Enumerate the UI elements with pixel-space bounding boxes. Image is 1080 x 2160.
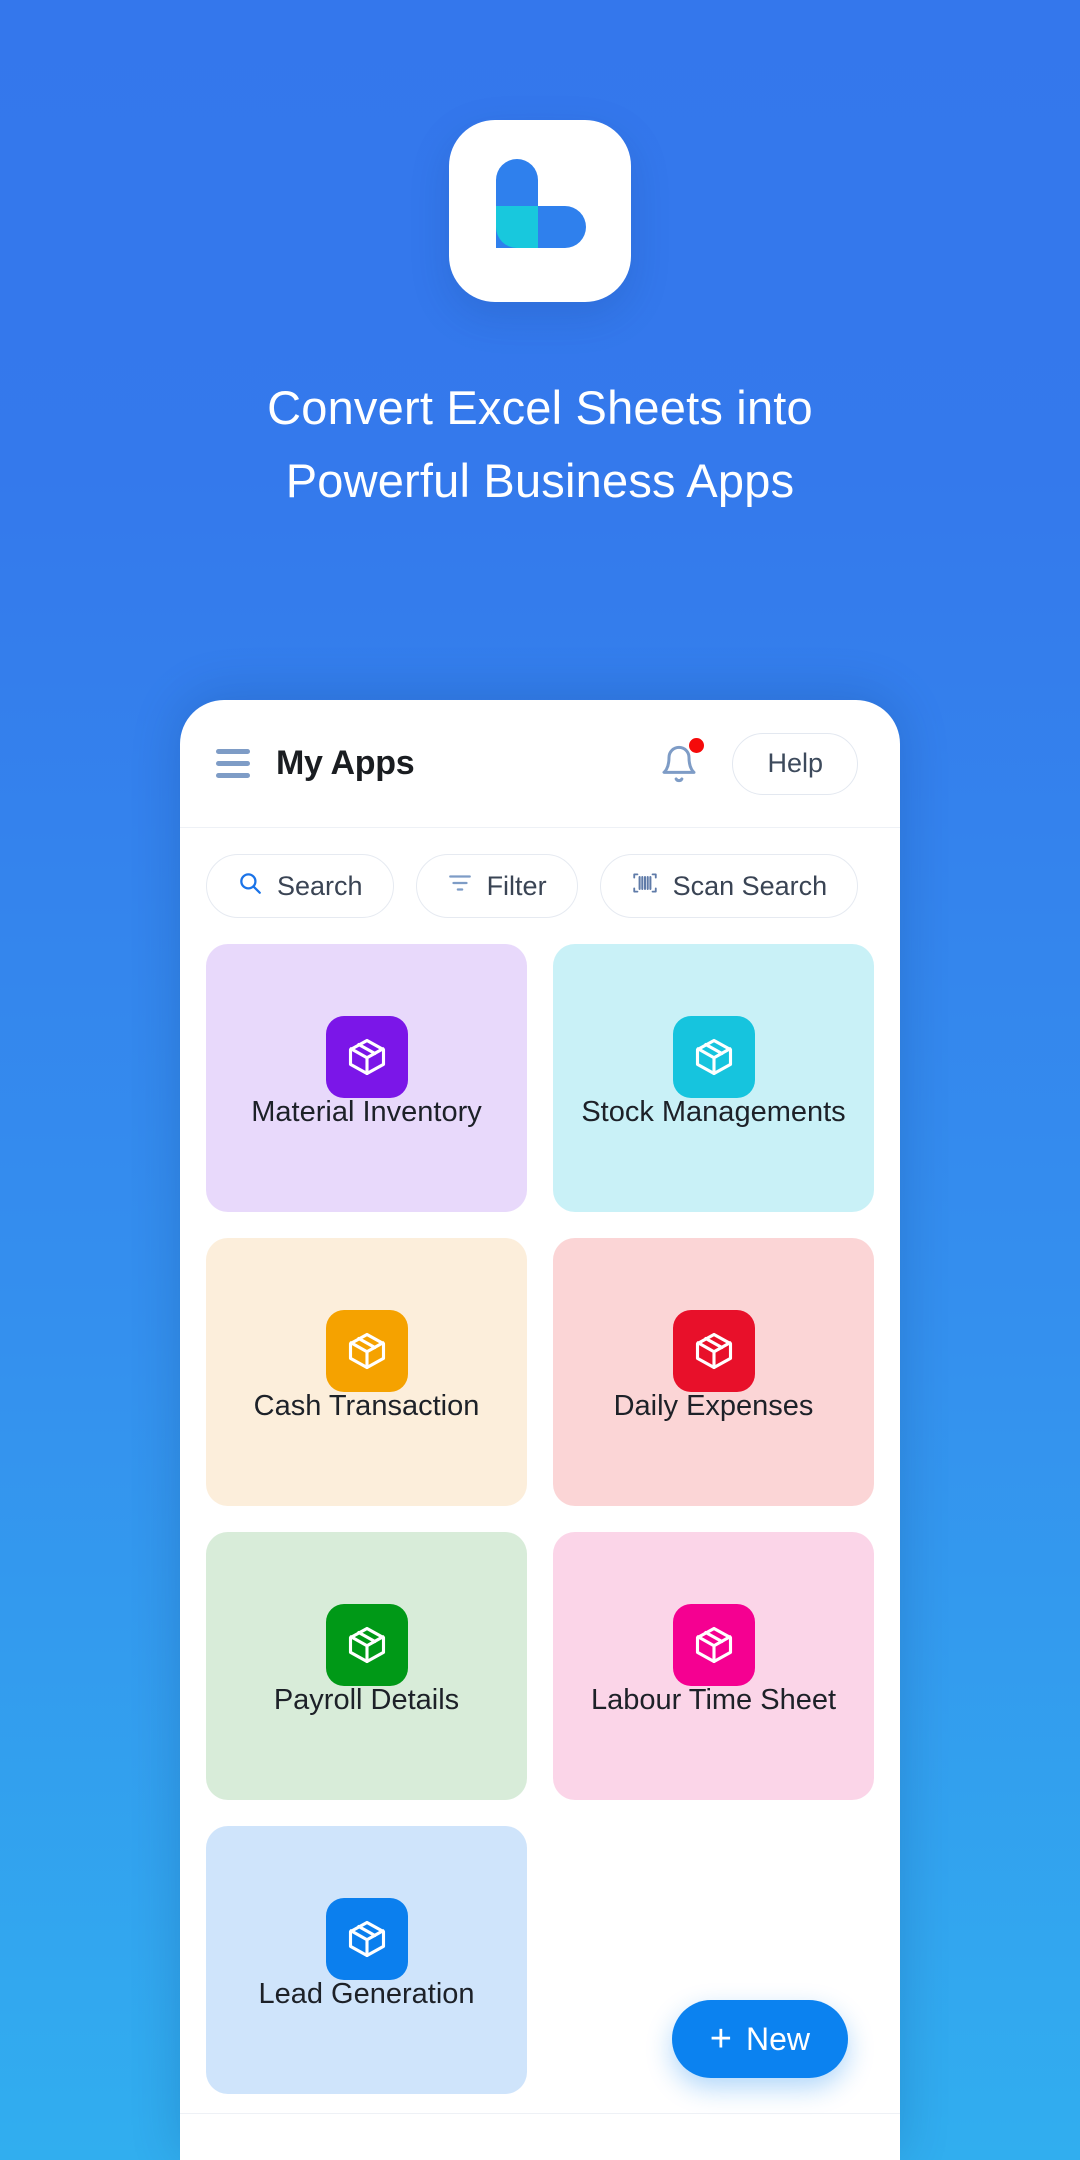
search-chip[interactable]: Search (206, 854, 394, 918)
app-card-label: Payroll Details (273, 1684, 460, 1716)
new-app-fab-button[interactable]: + New (671, 2000, 848, 2078)
scan-search-chip[interactable]: Scan Search (599, 854, 859, 918)
help-button[interactable]: Help (732, 732, 858, 795)
app-card-stock-managements[interactable]: Stock Managements (553, 944, 874, 1212)
bottom-divider (180, 2113, 900, 2114)
hero-section: Convert Excel Sheets into Powerful Busin… (0, 0, 1080, 700)
filter-icon (447, 870, 473, 903)
new-app-fab-label: New (745, 2020, 810, 2057)
hero-headline-line1: Convert Excel Sheets into (267, 381, 813, 434)
app-card-material-inventory[interactable]: Material Inventory (206, 944, 527, 1212)
hero-headline: Convert Excel Sheets into Powerful Busin… (90, 372, 990, 518)
search-chip-label: Search (277, 870, 363, 901)
logo-cyan-accent (496, 206, 538, 248)
scan-search-chip-label: Scan Search (672, 870, 828, 901)
app-card-label: Material Inventory (251, 1096, 482, 1128)
filter-chip[interactable]: Filter (415, 854, 578, 918)
app-card-label: Lead Generation (258, 1978, 475, 2010)
app-logo-tile (449, 120, 631, 302)
app-card-label: Stock Managements (581, 1096, 846, 1128)
barcode-scan-icon (631, 870, 659, 903)
app-icon-badge (325, 1604, 408, 1686)
app-card-labour-time-sheet[interactable]: Labour Time Sheet (553, 1532, 874, 1800)
app-grid: Material Inventory Stock Managements Cas… (180, 944, 900, 2094)
page-title: My Apps (276, 744, 415, 782)
app-icon-badge (672, 1310, 755, 1392)
app-icon-badge (325, 1310, 408, 1392)
app-card-label: Daily Expenses (613, 1390, 814, 1422)
app-icon-badge (672, 1016, 755, 1098)
notification-badge-dot (689, 737, 705, 753)
app-icon-badge (325, 1898, 408, 1980)
search-icon (237, 870, 263, 903)
app-card-label: Cash Transaction (253, 1390, 480, 1422)
app-card-payroll-details[interactable]: Payroll Details (206, 1532, 527, 1800)
app-card-label: Labour Time Sheet (590, 1684, 837, 1716)
notification-bell-icon[interactable] (652, 737, 706, 791)
app-card-daily-expenses[interactable]: Daily Expenses (553, 1238, 874, 1506)
app-icon-badge (325, 1016, 408, 1098)
app-card-cash-transaction[interactable]: Cash Transaction (206, 1238, 527, 1506)
filter-bar: Search Filter Scan Search (180, 828, 900, 944)
hamburger-menu-icon[interactable] (216, 749, 250, 778)
app-icon-badge (672, 1604, 755, 1686)
hero-headline-line2: Powerful Business Apps (285, 453, 795, 507)
help-button-label: Help (767, 748, 823, 778)
filter-chip-label: Filter (486, 870, 547, 901)
plus-icon: + (709, 2018, 732, 2060)
app-logo-b-mark-icon (449, 120, 631, 302)
app-card-lead-generation[interactable]: Lead Generation (206, 1826, 527, 2094)
app-bar: My Apps Help (180, 700, 900, 828)
phone-mockup: My Apps Help Search Filter Scan Search M… (180, 700, 900, 2160)
